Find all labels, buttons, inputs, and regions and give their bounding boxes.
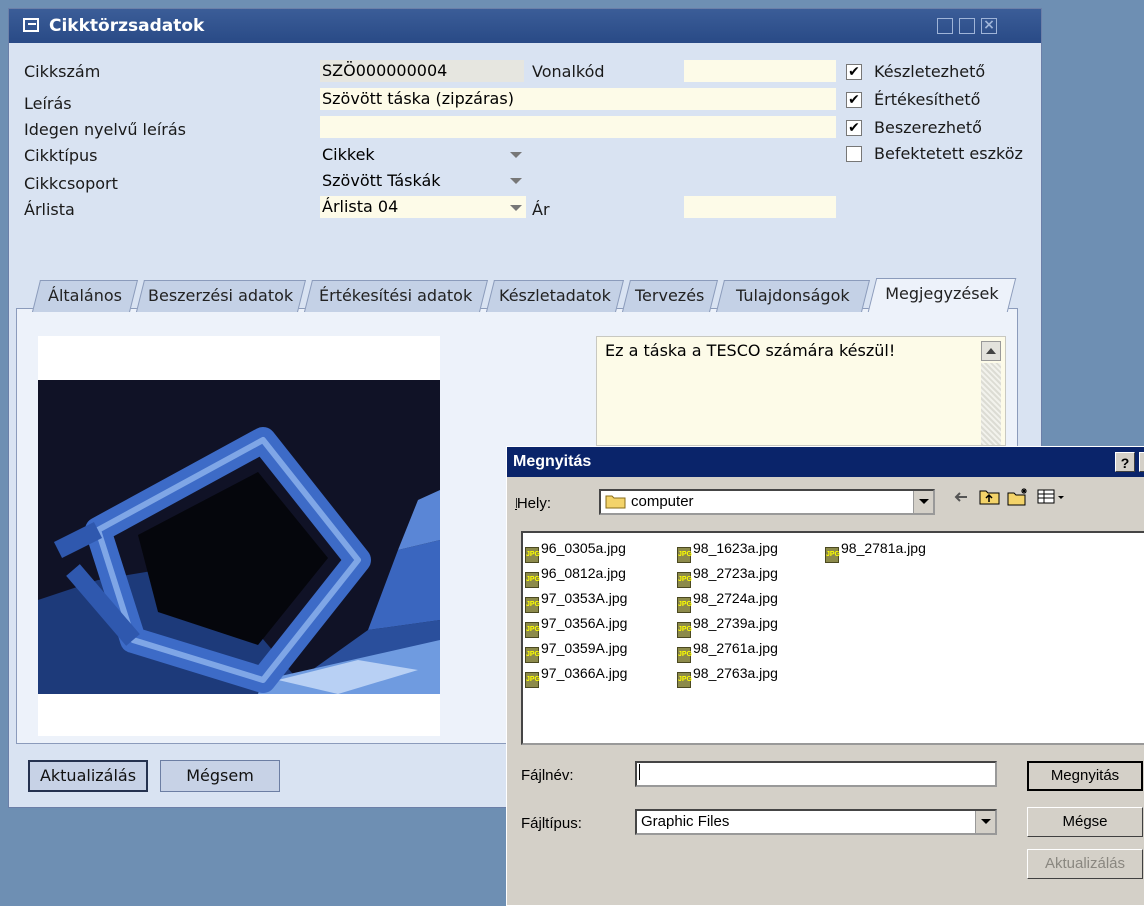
price-field[interactable] — [684, 196, 836, 218]
cancel-button[interactable]: Mégsem — [160, 760, 280, 792]
jpg-file-icon: JPG — [525, 672, 540, 688]
price-label: Ár — [532, 200, 550, 219]
filetype-label: Fájltípus: — [521, 815, 582, 832]
item-group-label: Cikkcsoport — [24, 174, 118, 193]
location-chevron-down-icon[interactable] — [913, 491, 933, 513]
tab-inventory[interactable]: Készletadatok — [486, 280, 624, 312]
list-item[interactable]: JPG97_0366A.jpg — [525, 664, 627, 688]
list-item[interactable]: JPG98_1623a.jpg — [677, 539, 778, 563]
folder-icon — [605, 495, 626, 509]
description-label: Leírás — [24, 94, 72, 113]
price-list-select[interactable]: Árlista 04 — [320, 196, 526, 218]
filename-input[interactable] — [635, 761, 997, 787]
item-type-label: Cikktípus — [24, 146, 98, 165]
open-file-dialog: Megnyitás ? HHely: computer JPG96_0305a.… — [506, 446, 1144, 906]
new-folder-icon[interactable] — [1007, 487, 1029, 507]
jpg-file-icon: JPG — [677, 647, 692, 663]
help-button[interactable]: ? — [1115, 452, 1135, 472]
price-list-label: Árlista — [24, 200, 75, 219]
tab-purchasing[interactable]: Beszerzési adatok — [136, 280, 306, 312]
close-icon[interactable]: × — [981, 18, 997, 34]
maximize-icon[interactable] — [959, 18, 975, 34]
list-item[interactable]: JPG97_0356A.jpg — [525, 614, 627, 638]
list-item[interactable]: JPG98_2761a.jpg — [677, 639, 778, 663]
list-item[interactable]: JPG98_2739a.jpg — [677, 614, 778, 638]
window-title: Cikktörzsadatok — [49, 16, 205, 36]
jpg-file-icon: JPG — [825, 547, 840, 563]
item-type-chevron-down-icon[interactable] — [510, 152, 522, 158]
view-menu-icon[interactable] — [1037, 487, 1067, 507]
item-type-select[interactable]: Cikkek — [320, 144, 526, 166]
checkbox-fixed-asset[interactable] — [846, 146, 862, 162]
list-item[interactable]: JPG96_0812a.jpg — [525, 564, 626, 588]
list-item[interactable]: JPG98_2781a.jpg — [825, 539, 926, 563]
foreign-description-field[interactable] — [320, 116, 836, 138]
up-folder-icon[interactable] — [979, 487, 1001, 507]
barcode-label: Vonalkód — [532, 62, 605, 81]
dialog-cancel-button[interactable]: Mégse — [1027, 807, 1143, 837]
back-arrow-icon[interactable] — [951, 487, 971, 507]
jpg-file-icon: JPG — [525, 597, 540, 613]
jpg-file-icon: JPG — [525, 622, 540, 638]
tab-planning[interactable]: Tervezés — [622, 280, 718, 312]
foreign-description-label: Idegen nyelvű leírás — [24, 120, 186, 139]
dialog-close-icon[interactable] — [1139, 452, 1144, 472]
jpg-file-icon: JPG — [677, 597, 692, 613]
jpg-file-icon: JPG — [525, 547, 540, 563]
jpg-file-icon: JPG — [525, 647, 540, 663]
notes-textarea[interactable]: Ez a táska a TESCO számára készül! — [596, 336, 1006, 446]
jpg-file-icon: JPG — [677, 547, 692, 563]
list-item[interactable]: JPG97_0359A.jpg — [525, 639, 627, 663]
window-icon — [23, 18, 39, 32]
file-list[interactable]: JPG96_0305a.jpg JPG96_0812a.jpg JPG97_03… — [521, 531, 1144, 745]
tab-general[interactable]: Általános — [32, 280, 138, 312]
tab-notes[interactable]: Megjegyzések — [867, 278, 1017, 312]
open-button[interactable]: Megnyitás — [1027, 761, 1143, 791]
tab-properties[interactable]: Tulajdonságok — [716, 280, 870, 312]
location-combo[interactable]: computer — [599, 489, 935, 515]
item-group-select[interactable]: Szövött Táskák — [320, 170, 526, 192]
notes-scrollbar[interactable] — [981, 363, 1001, 445]
list-item[interactable]: JPG96_0305a.jpg — [525, 539, 626, 563]
update-button[interactable]: Aktualizálás — [28, 760, 148, 792]
title-bar: Cikktörzsadatok × — [9, 9, 1041, 43]
item-picture-frame[interactable] — [38, 336, 440, 736]
item-number-label: Cikkszám — [24, 62, 101, 81]
scroll-up-icon[interactable] — [981, 341, 1001, 361]
list-item[interactable]: JPG98_2763a.jpg — [677, 664, 778, 688]
checkbox-purchase[interactable]: ✔ — [846, 120, 862, 136]
price-list-chevron-down-icon[interactable] — [510, 205, 522, 211]
list-item[interactable]: JPG98_2723a.jpg — [677, 564, 778, 588]
description-field[interactable]: Szövött táska (zipzáras) — [320, 88, 836, 110]
item-number-field[interactable]: SZÖ000000004 — [320, 60, 524, 82]
item-group-chevron-down-icon[interactable] — [510, 178, 522, 184]
list-item[interactable]: JPG98_2724a.jpg — [677, 589, 778, 613]
jpg-file-icon: JPG — [677, 622, 692, 638]
dialog-update-button[interactable]: Aktualizálás — [1027, 849, 1143, 879]
tab-sales[interactable]: Értékesítési adatok — [304, 280, 488, 312]
checkbox-sales-label: Értékesíthető — [874, 90, 981, 109]
location-label: HHely: — [515, 495, 552, 512]
dialog-title: Megnyitás — [513, 453, 592, 470]
filetype-chevron-down-icon[interactable] — [975, 811, 995, 833]
minimize-icon[interactable] — [937, 18, 953, 34]
checkbox-fixed-asset-label: Befektetett eszköz — [874, 144, 1023, 163]
checkbox-purchase-label: Beszerezhető — [874, 118, 982, 137]
filename-label: Fájlnév: — [521, 767, 574, 784]
filetype-select[interactable]: Graphic Files — [635, 809, 997, 835]
item-photo — [38, 380, 440, 694]
checkbox-sales[interactable]: ✔ — [846, 92, 862, 108]
jpg-file-icon: JPG — [525, 572, 540, 588]
checkbox-inventory-label: Készletezhető — [874, 62, 986, 81]
list-item[interactable]: JPG97_0353A.jpg — [525, 589, 627, 613]
checkbox-inventory[interactable]: ✔ — [846, 64, 862, 80]
notes-text: Ez a táska a TESCO számára készül! — [605, 341, 896, 360]
text-cursor — [639, 764, 640, 780]
barcode-field[interactable] — [684, 60, 836, 82]
dialog-title-bar: Megnyitás ? — [507, 447, 1144, 477]
jpg-file-icon: JPG — [677, 672, 692, 688]
jpg-file-icon: JPG — [677, 572, 692, 588]
bag-buckle-image — [38, 380, 440, 694]
